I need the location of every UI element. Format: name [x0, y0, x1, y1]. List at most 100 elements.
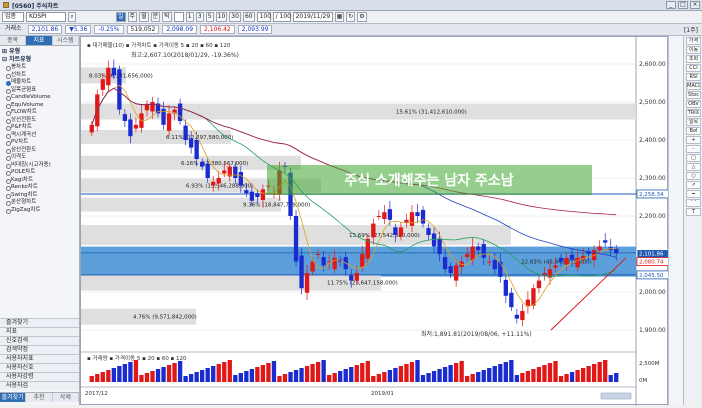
group-chart-type[interactable]: ⊟ 차트유형 [2, 56, 77, 64]
minimize-button[interactable]: _ [666, 1, 676, 9]
sidebar-section-item[interactable]: 사용자강령 [0, 372, 79, 381]
volume-profile-label: 4.76% (9,571,842,000) [133, 315, 197, 321]
candle-body [244, 190, 249, 194]
settings-icon[interactable]: ⚙ [357, 12, 367, 22]
chart-tool-button[interactable]: 조회 [686, 55, 701, 63]
chart-tool-button[interactable]: ⌒ [686, 199, 701, 207]
chart-tool-button[interactable]: ━ [686, 190, 701, 198]
sidebar-section-item[interactable]: 지표 [0, 327, 79, 336]
chart-tool-button[interactable]: 일목 [686, 118, 701, 126]
volume-bar [282, 374, 288, 382]
sidebar-bottom-tab[interactable]: 삭제 [52, 393, 79, 402]
chart-tool-button[interactable]: □ [686, 154, 701, 162]
chart-tool-button[interactable]: OBV [686, 100, 701, 108]
sidebar-section-item[interactable]: 검색약정 [0, 345, 79, 354]
volume-bar [569, 372, 575, 382]
chart-type-item[interactable]: 매물차트 [2, 79, 77, 87]
chart-type-item[interactable]: Renko차트 [2, 184, 77, 192]
chart-type-item[interactable]: 봉차트 [2, 64, 77, 72]
chart-tool-button[interactable]: Bol [686, 127, 701, 135]
chart-type-item[interactable]: POLE차트 [2, 169, 77, 177]
date-input[interactable]: 2019/11/29 [292, 12, 333, 22]
sidebar-section-item[interactable]: 사용자지표 [0, 354, 79, 363]
chart-type-item[interactable]: P&F차트 [2, 124, 77, 132]
group-type[interactable]: ⊞ 유형 [2, 48, 77, 56]
period-week-button[interactable]: 주 [127, 12, 138, 22]
count-input[interactable]: 100 [256, 12, 271, 22]
chart-type-item[interactable]: Swing차트 [2, 192, 77, 200]
chart-tool-button[interactable]: 가격 [686, 37, 701, 45]
interval-3-button[interactable]: 3 [195, 12, 204, 22]
volume-profile-label: 15.61% (31,412,610,000) [396, 110, 467, 116]
chart-type-item[interactable]: 이격도 [2, 154, 77, 162]
chart-type-item[interactable]: FLOW차트 [2, 109, 77, 117]
chart-type-item[interactable]: Kagi차트 [2, 177, 77, 185]
interval-5-button[interactable]: 5 [205, 12, 214, 22]
chart-type-item[interactable]: 비대칭(시고저종) [2, 162, 77, 170]
chart-tool-button[interactable]: T [686, 208, 701, 216]
chart-type-item[interactable]: 상선전환도 [2, 117, 77, 125]
sidebar-bottom-tab[interactable]: 즐겨찾기 [0, 393, 27, 402]
candle-body [520, 311, 525, 321]
tab-indicators[interactable]: 지표 [26, 36, 53, 45]
market-select[interactable]: 업종 [2, 12, 24, 22]
chart-type-item[interactable]: PV차트 [2, 139, 77, 147]
chart-type-item[interactable]: EquiVolume [2, 102, 77, 110]
chart-tool-button[interactable]: - [686, 145, 701, 153]
chart-tool-button[interactable]: RSI [686, 73, 701, 81]
interval-60-button[interactable]: 60 [242, 12, 255, 22]
sidebar-section-item[interactable]: 신호검색 [0, 336, 79, 345]
interval-input[interactable] [173, 12, 184, 22]
chart-tool-button[interactable]: 이동 [686, 46, 701, 54]
period-minute-button[interactable]: 분 [150, 12, 161, 22]
period-tick-button[interactable]: 틱 [162, 12, 172, 22]
interval-30-button[interactable]: 30 [229, 12, 241, 22]
price-value: 2,101.86 [27, 25, 63, 34]
interval-10-button[interactable]: 10 [215, 12, 228, 22]
volume-bar [315, 362, 321, 382]
maximize-button[interactable]: □ [678, 1, 688, 9]
chart-tool-button[interactable]: MACD [686, 82, 701, 90]
volume-bar [393, 368, 398, 382]
chart-area[interactable]: 2,600.00 2,500.00 2,400.00 2,300.00 2,200.00… [80, 36, 670, 406]
price-chart[interactable]: 2,600.00 2,500.00 2,400.00 2,300.00 2,200.00… [81, 37, 670, 406]
chart-type-item[interactable]: 분산형차트 [2, 199, 77, 207]
search-icon[interactable]: ⌕ [68, 12, 76, 22]
chart-type-item[interactable]: CandleVolume [2, 94, 77, 102]
calendar-icon[interactable]: ▦ [334, 12, 345, 22]
volume-bar [128, 362, 133, 382]
interval-1-button[interactable]: 1 [185, 12, 194, 22]
volume-profile-label: 6.11% (12,297,580,000) [166, 135, 233, 141]
chart-tool-button[interactable]: + [686, 136, 701, 144]
tab-stocks[interactable]: 종목 [0, 36, 27, 45]
volume-bar [266, 363, 271, 382]
refresh-icon[interactable]: ↻ [346, 12, 356, 22]
chart-tool-button[interactable]: Stoc [686, 91, 701, 99]
volume-bar [177, 361, 183, 382]
volume-bar [564, 374, 569, 382]
chart-type-item[interactable]: 삼선전환도 [2, 147, 77, 155]
chart-tool-button[interactable]: ↗ [686, 181, 701, 189]
sidebar-section-item[interactable]: 사용자검 [0, 381, 79, 390]
code-input[interactable]: KOSPI [26, 12, 66, 22]
close-button[interactable]: × [690, 1, 700, 9]
candle-body [503, 279, 508, 296]
volume-bar [608, 375, 613, 382]
chart-tool-button[interactable]: TRIX [686, 109, 701, 117]
volume-bar [343, 369, 348, 382]
sidebar-section-item[interactable]: 즐겨찾기 [0, 318, 79, 327]
chart-tool-button[interactable]: △ [686, 163, 701, 171]
chart-type-item[interactable]: 일목균형표 [2, 87, 77, 95]
period-month-button[interactable]: 월 [139, 12, 149, 22]
chart-type-item[interactable]: ZigZag차트 [2, 207, 77, 215]
chart-type-item[interactable]: 역시계곡선 [2, 132, 77, 140]
candle-body [382, 212, 387, 220]
chart-tool-button[interactable]: ○ [686, 172, 701, 180]
sidebar-bottom-tab[interactable]: 추천 [26, 393, 53, 402]
volume-bar [122, 364, 128, 382]
period-day-button[interactable]: 일 [116, 12, 126, 22]
tab-system[interactable]: 시스템 [52, 36, 79, 45]
sidebar-section-item[interactable]: 사용자신호 [0, 363, 79, 372]
chart-tool-button[interactable]: CCI [686, 64, 701, 72]
chart-type-item[interactable]: 선차트 [2, 72, 77, 80]
